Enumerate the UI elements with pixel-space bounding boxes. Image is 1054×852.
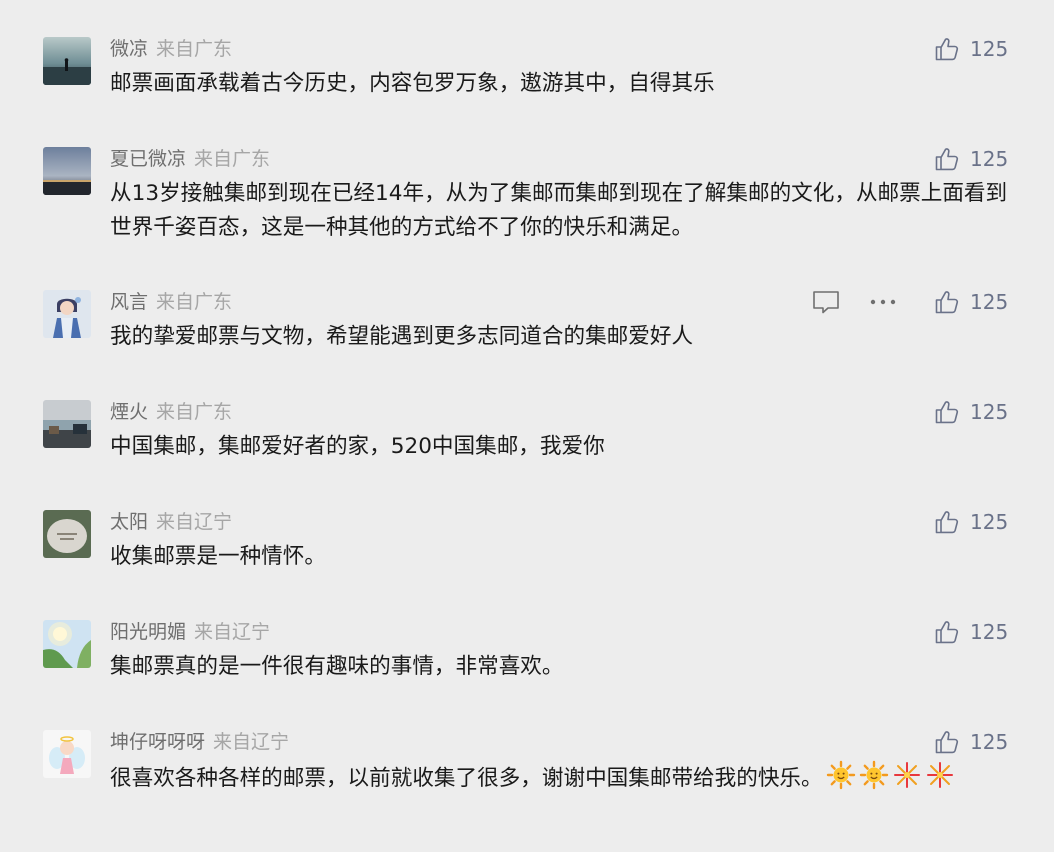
thumbs-up-icon bbox=[934, 619, 960, 645]
like-button[interactable]: 125 bbox=[934, 727, 1008, 757]
comment-actions bbox=[812, 286, 896, 318]
nickname[interactable]: 太阳 bbox=[110, 511, 148, 533]
like-button[interactable]: 125 bbox=[934, 397, 1008, 427]
like-button[interactable]: 125 bbox=[934, 617, 1008, 647]
comment-meta: 坤仔呀呀呀 来自辽宁 bbox=[110, 728, 289, 756]
thumbs-up-icon bbox=[934, 289, 960, 315]
like-button[interactable]: 125 bbox=[934, 507, 1008, 537]
location-label: 来自广东 bbox=[156, 291, 233, 313]
nickname[interactable]: 煙火 bbox=[110, 401, 148, 423]
avatar[interactable] bbox=[43, 400, 91, 448]
nickname[interactable]: 风言 bbox=[110, 291, 148, 313]
more-options-button[interactable] bbox=[870, 298, 896, 306]
like-button[interactable]: 125 bbox=[934, 144, 1008, 174]
nickname[interactable]: 坤仔呀呀呀 bbox=[110, 731, 205, 753]
location-label: 来自广东 bbox=[194, 148, 271, 170]
comment-meta: 煙火 来自广东 bbox=[110, 398, 232, 426]
nickname[interactable]: 夏已微凉 bbox=[110, 148, 186, 170]
thumbs-up-icon bbox=[934, 399, 960, 425]
sun-emoji bbox=[826, 760, 856, 790]
location-label: 来自辽宁 bbox=[156, 511, 233, 533]
firework-emoji bbox=[892, 760, 922, 790]
like-count: 125 bbox=[970, 400, 1009, 424]
avatar[interactable] bbox=[43, 620, 91, 668]
comment-text: 邮票画面承载着古今历史，内容包罗万象，遨游其中，自得其乐 bbox=[110, 71, 715, 96]
avatar[interactable] bbox=[43, 290, 91, 338]
like-count: 125 bbox=[970, 147, 1009, 171]
comment-meta: 太阳 来自辽宁 bbox=[110, 508, 232, 536]
comment-text: 很喜欢各种各样的邮票，以前就收集了很多，谢谢中国集邮带给我的快乐。 bbox=[110, 760, 1015, 796]
avatar[interactable] bbox=[43, 730, 91, 778]
comment-text: 我的挚爱邮票与文物，希望能遇到更多志同道合的集邮爱好人 bbox=[110, 324, 694, 349]
sun-emoji bbox=[859, 760, 889, 790]
comment-bubble-icon bbox=[812, 289, 840, 315]
thumbs-up-icon bbox=[934, 36, 960, 62]
comment-text: 中国集邮，集邮爱好者的家，520中国集邮，我爱你 bbox=[110, 434, 605, 459]
nickname[interactable]: 阳光明媚 bbox=[110, 621, 186, 643]
like-button[interactable]: 125 bbox=[934, 287, 1008, 317]
comment-text: 集邮票真的是一件很有趣味的事情，非常喜欢。 bbox=[110, 654, 564, 679]
location-label: 来自广东 bbox=[156, 38, 233, 60]
avatar[interactable] bbox=[43, 147, 91, 195]
avatar[interactable] bbox=[43, 37, 91, 85]
comment-meta: 风言 来自广东 bbox=[110, 288, 232, 316]
like-button[interactable]: 125 bbox=[934, 34, 1008, 64]
like-count: 125 bbox=[970, 730, 1009, 754]
location-label: 来自辽宁 bbox=[194, 621, 271, 643]
like-count: 125 bbox=[970, 510, 1009, 534]
comment-text: 从13岁接触集邮到现在已经14年，从为了集邮而集邮到现在了解集邮的文化，从邮票上… bbox=[110, 181, 1008, 240]
like-count: 125 bbox=[970, 37, 1009, 61]
thumbs-up-icon bbox=[934, 729, 960, 755]
avatar[interactable] bbox=[43, 510, 91, 558]
comment-meta: 微凉 来自广东 bbox=[110, 35, 232, 63]
like-count: 125 bbox=[970, 290, 1009, 314]
location-label: 来自广东 bbox=[156, 401, 233, 423]
thumbs-up-icon bbox=[934, 509, 960, 535]
comment-text-content: 很喜欢各种各样的邮票，以前就收集了很多，谢谢中国集邮带给我的快乐。 bbox=[110, 766, 823, 791]
like-count: 125 bbox=[970, 620, 1009, 644]
more-options-icon bbox=[870, 298, 896, 306]
comment-text: 收集邮票是一种情怀。 bbox=[110, 544, 326, 569]
firework-emoji bbox=[925, 760, 955, 790]
comment-list: 微凉 来自广东 邮票画面承载着古今历史，内容包罗万象，遨游其中，自得其乐 125 … bbox=[0, 0, 1054, 852]
comment-meta: 阳光明媚 来自辽宁 bbox=[110, 618, 270, 646]
reply-button[interactable] bbox=[812, 289, 840, 315]
comment-meta: 夏已微凉 来自广东 bbox=[110, 145, 270, 173]
location-label: 来自辽宁 bbox=[213, 731, 290, 753]
thumbs-up-icon bbox=[934, 146, 960, 172]
nickname[interactable]: 微凉 bbox=[110, 38, 148, 60]
